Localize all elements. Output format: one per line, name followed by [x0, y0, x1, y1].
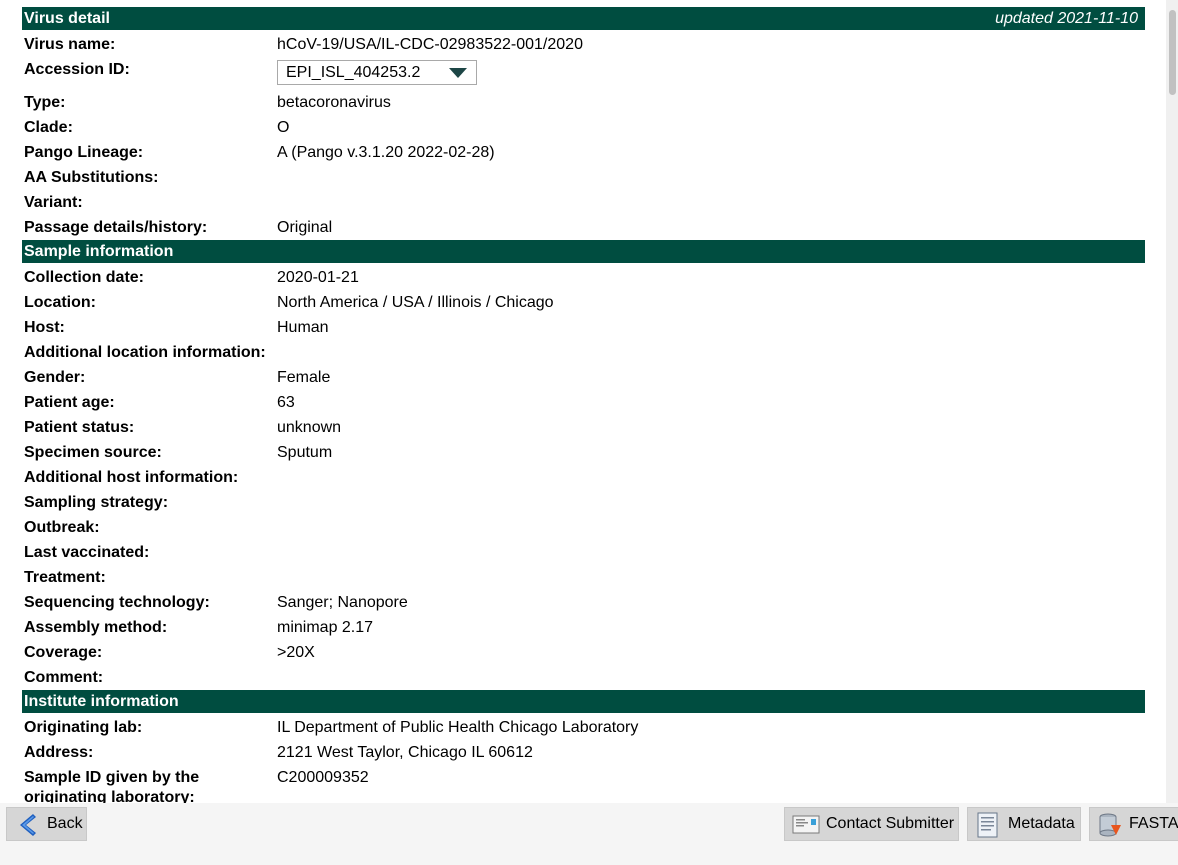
row-variant: Variant:: [24, 193, 1144, 218]
field-label: Last vaccinated:: [24, 544, 150, 561]
section-header-institute-information: Institute information: [22, 690, 1145, 713]
field-label: Coverage:: [24, 644, 103, 661]
row-specimen-source: Specimen source: Sputum: [24, 443, 1144, 468]
row-collection-date: Collection date: 2020-01-21: [24, 268, 1144, 293]
section-title: Sample information: [24, 243, 174, 260]
field-value: Sanger; Nanopore: [277, 594, 408, 611]
field-value: Sputum: [277, 444, 333, 461]
field-label: Collection date:: [24, 269, 145, 286]
row-host: Host: Human: [24, 318, 1144, 343]
field-label: Patient age:: [24, 394, 115, 411]
row-patient-status: Patient status: unknown: [24, 418, 1144, 443]
field-label: Passage details/history:: [24, 219, 208, 236]
row-sample-id: Sample ID given by the originating labor…: [24, 768, 1144, 803]
section-header-virus-detail: Virus detail updated 2021-11-10: [22, 7, 1145, 30]
dropdown-arrow-icon: [449, 68, 467, 78]
row-clade: Clade: O: [24, 118, 1144, 143]
field-label: Specimen source:: [24, 444, 162, 461]
field-label: Sequencing technology:: [24, 594, 210, 611]
updated-date: updated 2021-11-10: [995, 10, 1138, 27]
button-bar: Back Contact Submitter Metadata FASTA: [0, 803, 1178, 865]
field-label: Virus name:: [24, 36, 116, 53]
contact-submitter-button[interactable]: Contact Submitter: [784, 807, 959, 841]
field-label: Additional host information:: [24, 469, 239, 486]
field-label: Variant:: [24, 194, 83, 211]
row-sequencing-technology: Sequencing technology: Sanger; Nanopore: [24, 593, 1144, 618]
section-header-sample-information: Sample information: [22, 240, 1145, 263]
field-label: Clade:: [24, 119, 73, 136]
row-sampling-strategy: Sampling strategy:: [24, 493, 1144, 518]
metadata-button[interactable]: Metadata: [967, 807, 1081, 841]
field-value: 2121 West Taylor, Chicago IL 60612: [277, 744, 533, 761]
row-aa-substitutions: AA Substitutions:: [24, 168, 1144, 193]
field-value: C200009352: [277, 769, 369, 786]
field-value: IL Department of Public Health Chicago L…: [277, 719, 639, 736]
field-value: 2020-01-21: [277, 269, 359, 286]
row-gender: Gender: Female: [24, 368, 1144, 393]
fasta-button[interactable]: FASTA: [1089, 807, 1178, 841]
field-value: Human: [277, 319, 329, 336]
document-icon: [974, 811, 1002, 844]
row-location: Location: North America / USA / Illinois…: [24, 293, 1144, 318]
field-value: >20X: [277, 644, 315, 661]
field-label: AA Substitutions:: [24, 169, 159, 186]
field-label: Originating lab:: [24, 719, 143, 736]
field-label: Host:: [24, 319, 65, 336]
field-label: Additional location information:: [24, 344, 266, 361]
row-outbreak: Outbreak:: [24, 518, 1144, 543]
field-value: unknown: [277, 419, 342, 436]
field-label: Type:: [24, 94, 66, 111]
contact-submitter-label: Contact Submitter: [826, 815, 955, 832]
field-value: A (Pango v.3.1.20 2022-02-28): [277, 144, 495, 161]
field-label: Address:: [24, 744, 94, 761]
field-label: Accession ID:: [24, 61, 130, 78]
field-label: Outbreak:: [24, 519, 100, 536]
field-label: Gender:: [24, 369, 86, 386]
field-label: Sampling strategy:: [24, 494, 169, 511]
section-title: Institute information: [24, 693, 179, 710]
row-additional-host: Additional host information:: [24, 468, 1144, 493]
field-label: Sample ID given by the originating labor…: [24, 769, 200, 803]
section-title: Virus detail: [24, 10, 110, 27]
field-value: Female: [277, 369, 331, 386]
detail-panel: Virus detail updated 2021-11-10 Virus na…: [0, 0, 1166, 803]
field-value: hCoV-19/USA/IL-CDC-02983522-001/2020: [277, 36, 583, 53]
row-virus-name: Virus name: hCoV-19/USA/IL-CDC-02983522-…: [24, 35, 1144, 60]
field-label: Location:: [24, 294, 96, 311]
accession-id-select[interactable]: EPI_ISL_404253.2: [277, 60, 477, 85]
field-label: Pango Lineage:: [24, 144, 144, 161]
vertical-scrollbar[interactable]: [1166, 0, 1178, 803]
back-arrow-icon: [13, 811, 41, 844]
row-originating-lab: Originating lab: IL Department of Public…: [24, 718, 1144, 743]
envelope-icon: [791, 811, 821, 842]
field-value: 63: [277, 394, 295, 411]
database-download-icon: [1096, 811, 1124, 844]
scrollbar-thumb[interactable]: [1169, 10, 1176, 95]
row-type: Type: betacoronavirus: [24, 93, 1144, 118]
field-value: betacoronavirus: [277, 94, 391, 111]
back-label: Back: [47, 815, 83, 832]
metadata-label: Metadata: [1008, 815, 1075, 832]
fasta-label: FASTA: [1129, 815, 1178, 832]
row-coverage: Coverage: >20X: [24, 643, 1144, 668]
field-value: minimap 2.17: [277, 619, 374, 636]
row-additional-location: Additional location information:: [24, 343, 1144, 368]
row-accession-id: Accession ID:: [24, 60, 1144, 85]
row-pango-lineage: Pango Lineage: A (Pango v.3.1.20 2022-02…: [24, 143, 1144, 168]
field-label: Patient status:: [24, 419, 135, 436]
row-patient-age: Patient age: 63: [24, 393, 1144, 418]
row-address: Address: 2121 West Taylor, Chicago IL 60…: [24, 743, 1144, 768]
row-assembly-method: Assembly method: minimap 2.17: [24, 618, 1144, 643]
accession-selected-value: EPI_ISL_404253.2: [286, 64, 421, 81]
field-label: Comment:: [24, 669, 104, 686]
field-label: Treatment:: [24, 569, 106, 586]
back-button[interactable]: Back: [6, 807, 87, 841]
field-value: O: [277, 119, 290, 136]
field-value: Original: [277, 219, 333, 236]
row-treatment: Treatment:: [24, 568, 1144, 593]
row-last-vaccinated: Last vaccinated:: [24, 543, 1144, 568]
field-label: Assembly method:: [24, 619, 168, 636]
field-value: North America / USA / Illinois / Chicago: [277, 294, 554, 311]
